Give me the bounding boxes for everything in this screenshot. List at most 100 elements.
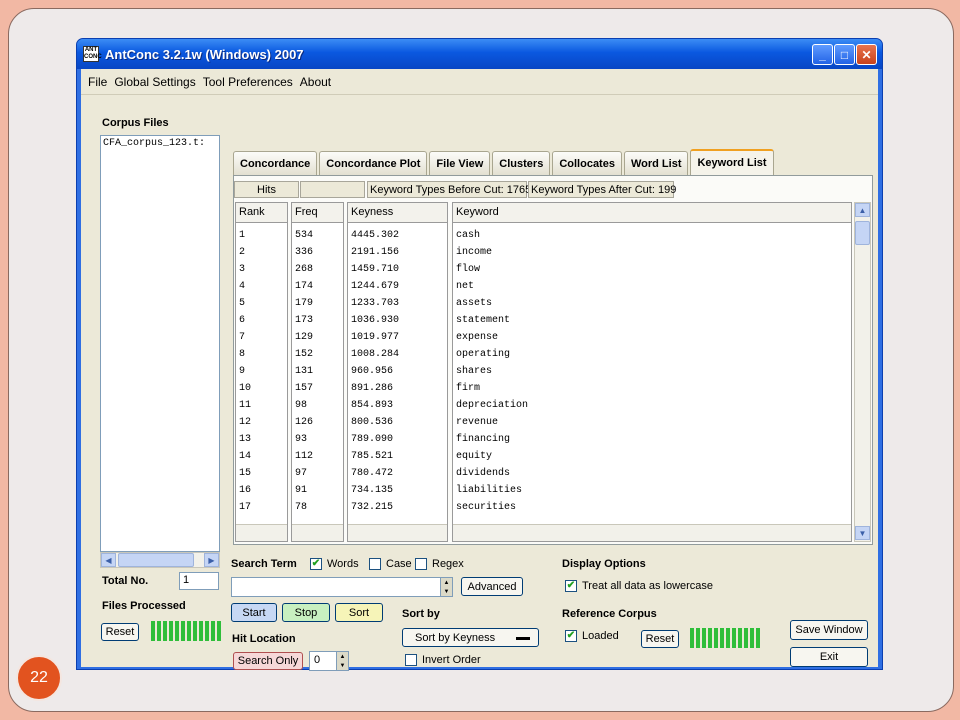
words-checkbox[interactable]: ✔ Words bbox=[310, 558, 359, 570]
row-keyword-cell[interactable]: dividends bbox=[456, 465, 848, 482]
menu-file[interactable]: File bbox=[88, 75, 107, 89]
tab-collocates[interactable]: Collocates bbox=[552, 151, 622, 175]
keyness-header[interactable]: Keyness bbox=[348, 203, 447, 223]
tab-concordance-plot[interactable]: Concordance Plot bbox=[319, 151, 428, 175]
row-freq-cell: 97 bbox=[295, 468, 308, 479]
rank-hscroll[interactable] bbox=[236, 524, 287, 541]
title-bar[interactable]: ANT CONC AntConc 3.2.1w (Windows) 2007 _… bbox=[77, 39, 882, 69]
window-title: AntConc 3.2.1w (Windows) 2007 bbox=[105, 46, 304, 62]
row-keyword-cell[interactable]: shares bbox=[456, 363, 848, 380]
meter-segment bbox=[744, 628, 748, 648]
search-only-button[interactable]: Search Only bbox=[233, 652, 303, 670]
invert-order-checkbox[interactable]: Invert Order bbox=[405, 654, 481, 666]
lowercase-checkbox[interactable]: ✔ Treat all data as lowercase bbox=[565, 580, 713, 592]
sort-button[interactable]: Sort bbox=[335, 603, 383, 622]
stop-button[interactable]: Stop bbox=[282, 603, 330, 622]
row-keyword-cell[interactable]: net bbox=[456, 278, 848, 295]
row-keyness-cell: 732.215 bbox=[351, 502, 394, 513]
search-spin[interactable]: ▲ ▼ bbox=[440, 578, 452, 596]
keyword-column[interactable]: Keyword cash income flow net assets statement… bbox=[452, 202, 852, 542]
exit-button[interactable]: Exit bbox=[790, 647, 868, 667]
row-freq-cell: 78 bbox=[295, 502, 308, 513]
loaded-checkbox[interactable]: ✔ Loaded bbox=[565, 630, 619, 642]
reference-corpus-heading: Reference Corpus bbox=[562, 608, 657, 620]
menu-about[interactable]: About bbox=[300, 75, 331, 89]
menu-tool-preferences[interactable]: Tool Preferences bbox=[203, 75, 293, 89]
hit-location-heading: Hit Location bbox=[232, 633, 296, 645]
meter-segment bbox=[169, 621, 173, 641]
row-keyword-cell[interactable]: cash bbox=[456, 227, 848, 244]
loaded-check-icon: ✔ bbox=[565, 630, 577, 642]
row-keyword-cell[interactable]: financing bbox=[456, 431, 848, 448]
row-keyword-cell[interactable]: securities bbox=[456, 499, 848, 516]
keyword-values[interactable]: cash income flow net assets statement expense o… bbox=[453, 223, 851, 516]
advanced-button[interactable]: Advanced bbox=[461, 577, 523, 596]
tab-file-view[interactable]: File View bbox=[429, 151, 491, 175]
row-keyword-cell[interactable]: equity bbox=[456, 448, 848, 465]
row-keyword-cell[interactable]: depreciation bbox=[456, 397, 848, 414]
row-keyword-cell[interactable]: operating bbox=[456, 346, 848, 363]
tab-keyword-list[interactable]: Keyword List bbox=[690, 149, 774, 175]
hit-location-spin[interactable]: ▲ ▼ bbox=[336, 652, 348, 670]
save-window-button[interactable]: Save Window bbox=[790, 620, 868, 640]
corpus-hscroll[interactable]: ◀ ▶ bbox=[100, 552, 220, 568]
minimize-button[interactable]: _ bbox=[812, 44, 833, 65]
close-button[interactable]: ✕ bbox=[856, 44, 877, 65]
scroll-thumb[interactable] bbox=[118, 553, 194, 567]
meter-segment bbox=[181, 621, 185, 641]
scroll-right-icon[interactable]: ▶ bbox=[204, 553, 219, 567]
keyness-column[interactable]: Keyness 4445.302 2191.156 1459.710 1244.679… bbox=[347, 202, 448, 542]
corpus-reset-button[interactable]: Reset bbox=[101, 623, 139, 641]
row-keyword-cell[interactable]: assets bbox=[456, 295, 848, 312]
row-keyword-cell[interactable]: expense bbox=[456, 329, 848, 346]
meter-segment bbox=[750, 628, 754, 648]
reference-reset-button[interactable]: Reset bbox=[641, 630, 679, 648]
row-rank-cell: 7 bbox=[239, 332, 246, 343]
corpus-files-heading: Corpus Files bbox=[102, 117, 169, 129]
keyword-header[interactable]: Keyword bbox=[453, 203, 851, 223]
freq-header[interactable]: Freq bbox=[292, 203, 343, 223]
meter-segment bbox=[708, 628, 712, 648]
row-rank-cell: 17 bbox=[239, 502, 252, 513]
start-button[interactable]: Start bbox=[231, 603, 277, 622]
hits-value bbox=[300, 181, 365, 198]
results-vscroll[interactable]: ▲ ▼ bbox=[854, 202, 871, 542]
rank-header[interactable]: Rank bbox=[236, 203, 287, 223]
case-checkbox[interactable]: Case bbox=[369, 558, 412, 570]
row-keyword-cell[interactable]: firm bbox=[456, 380, 848, 397]
row-freq-cell: 131 bbox=[295, 366, 314, 377]
maximize-button[interactable]: □ bbox=[834, 44, 855, 65]
keyness-hscroll[interactable] bbox=[348, 524, 447, 541]
vscroll-thumb[interactable] bbox=[855, 221, 870, 245]
row-keyword-cell[interactable]: flow bbox=[456, 261, 848, 278]
sort-by-heading: Sort by bbox=[402, 608, 440, 620]
freq-hscroll[interactable] bbox=[292, 524, 343, 541]
search-term-input[interactable]: ▲ ▼ bbox=[231, 577, 453, 597]
freq-column[interactable]: Freq 534 336 268 174 179 173 129 152 131 157 98 126… bbox=[291, 202, 344, 542]
scroll-up-icon[interactable]: ▲ bbox=[855, 203, 870, 217]
row-keyness-cell: 891.286 bbox=[351, 383, 394, 394]
scroll-left-icon[interactable]: ◀ bbox=[101, 553, 116, 567]
corpus-file-list[interactable]: CFA_corpus_123.t: bbox=[100, 135, 220, 552]
regex-checkbox[interactable]: Regex bbox=[415, 558, 464, 570]
corpus-file-item[interactable]: CFA_corpus_123.t: bbox=[103, 138, 217, 149]
row-rank-cell: 5 bbox=[239, 298, 246, 309]
tab-word-list[interactable]: Word List bbox=[623, 151, 689, 175]
row-keyword-cell[interactable]: income bbox=[456, 244, 848, 261]
hit-location-input[interactable]: 0 ▲ ▼ bbox=[309, 651, 349, 671]
menu-global-settings[interactable]: Global Settings bbox=[114, 75, 195, 89]
total-no-value: 1 bbox=[179, 572, 219, 590]
words-label: Words bbox=[327, 558, 359, 570]
tab-clusters[interactable]: Clusters bbox=[492, 151, 551, 175]
tab-concordance[interactable]: Concordance bbox=[233, 151, 318, 175]
sort-by-select[interactable]: Sort by Keyness bbox=[402, 628, 539, 647]
row-freq-cell: 173 bbox=[295, 315, 314, 326]
row-keyword-cell[interactable]: statement bbox=[456, 312, 848, 329]
row-keyword-cell[interactable]: liabilities bbox=[456, 482, 848, 499]
rank-column[interactable]: Rank 1 2 3 4 5 6 7 8 9 10 11 12 13 14 15 16 17 bbox=[235, 202, 288, 542]
row-freq-cell: 268 bbox=[295, 264, 314, 275]
meter-segment bbox=[211, 621, 215, 641]
scroll-down-icon[interactable]: ▼ bbox=[855, 526, 870, 540]
row-keyword-cell[interactable]: revenue bbox=[456, 414, 848, 431]
keyword-hscroll[interactable] bbox=[453, 524, 851, 541]
